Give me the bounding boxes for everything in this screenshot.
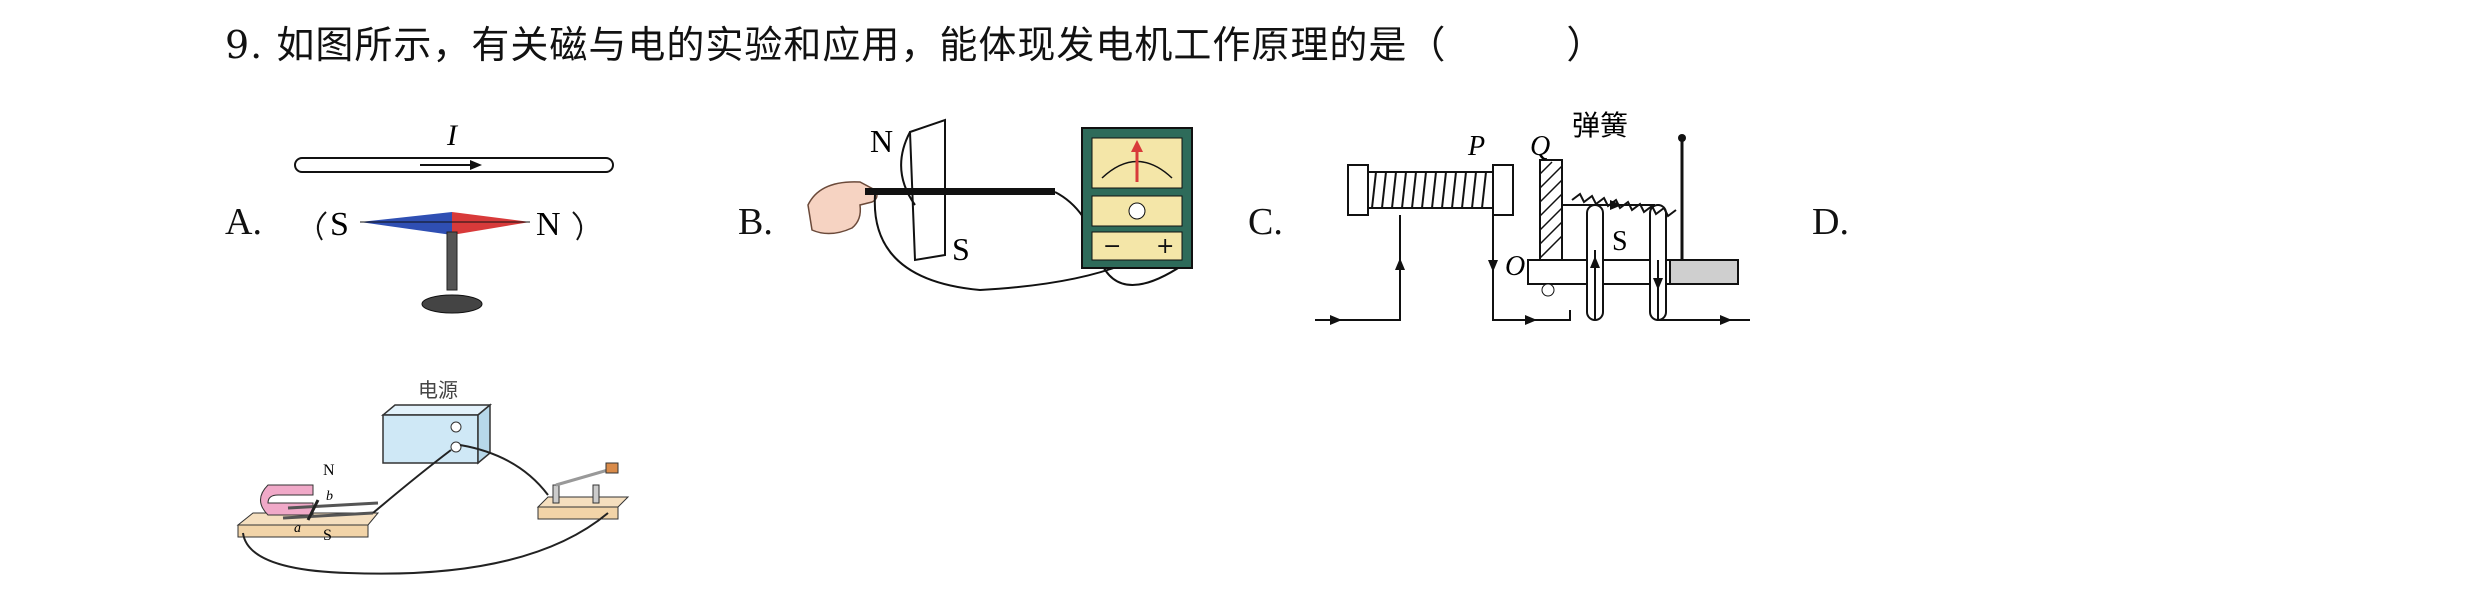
figure-c: P Q O S 弹簧 [1315, 109, 1750, 325]
power-box-side [477, 403, 491, 465]
option-c-label: C. [1248, 201, 1283, 243]
option-a-label: A. [225, 201, 262, 243]
needle-south [360, 212, 452, 235]
power-terminal-1 [450, 421, 462, 433]
meter-knob [1128, 202, 1146, 220]
terminal-minus: − [1103, 234, 1121, 259]
option-b-label: B. [738, 201, 773, 243]
rotation-arrow-right [572, 211, 583, 241]
control-arrow-4 [1525, 315, 1537, 325]
switch-blade [555, 468, 609, 487]
label-o: O [1505, 251, 1525, 282]
conductor-rod [865, 188, 1055, 195]
question-text: 如图所示，有关磁与电的实验和应用，能体现发电机工作原理的是（ [276, 23, 1447, 67]
switch-post-1 [552, 484, 560, 504]
label-a: a [294, 521, 301, 536]
question-text-close: ） [1566, 23, 1606, 67]
magnet-d-pole-n: N [323, 462, 335, 479]
base-block [1669, 259, 1739, 285]
magnet-pole-s: S [952, 231, 970, 267]
control-arrow-1 [1330, 315, 1342, 325]
switch-base-top [536, 496, 630, 508]
stand-base [421, 294, 483, 314]
figure-a: I S N [294, 119, 614, 314]
coil-left-cap [1347, 164, 1369, 216]
figure-b: N S − + [807, 118, 1193, 292]
question-number: 9. [225, 23, 264, 67]
power-terminal-2 [450, 441, 462, 453]
magnet-d-pole-s: S [323, 527, 332, 544]
needle-pole-n: N [536, 206, 561, 243]
control-wire-left [1315, 215, 1401, 321]
coil-right-cap [1492, 164, 1514, 216]
question-stem: 9. 如图所示，有关磁与电的实验和应用，能体现发电机工作原理的是（ ） [225, 14, 1605, 69]
switch-handle [605, 462, 619, 474]
work-wire-3 [1540, 310, 1571, 321]
left-base [237, 524, 369, 538]
control-arrow-2 [1395, 258, 1405, 270]
rotation-arrow-left [316, 211, 327, 241]
power-supply-label: 电源 [418, 378, 458, 402]
needle-pole-s: S [330, 206, 349, 243]
label-q: Q [1530, 131, 1550, 162]
magnet-pole-n: N [870, 123, 893, 159]
spring-label: 弹簧 [1572, 109, 1628, 142]
needle-north [452, 212, 530, 235]
label-p: P [1467, 131, 1485, 162]
work-arrow-3 [1720, 315, 1732, 325]
pivot [1541, 283, 1555, 297]
spring-anchor [1678, 134, 1686, 142]
label-s: S [1612, 226, 1628, 257]
needle-stand [446, 231, 458, 291]
pink-magnet [260, 484, 314, 516]
switch-base [537, 506, 619, 520]
control-arrow-3 [1488, 260, 1498, 272]
terminal-plus: + [1156, 234, 1174, 259]
figure-d: 电源 N S b a [236, 378, 630, 575]
option-d-label: D. [1812, 201, 1849, 243]
current-label: I [446, 119, 459, 152]
label-b: b [326, 489, 333, 504]
power-box-top [380, 404, 493, 416]
switch-post-2 [592, 484, 600, 504]
power-supply-box [382, 414, 479, 464]
